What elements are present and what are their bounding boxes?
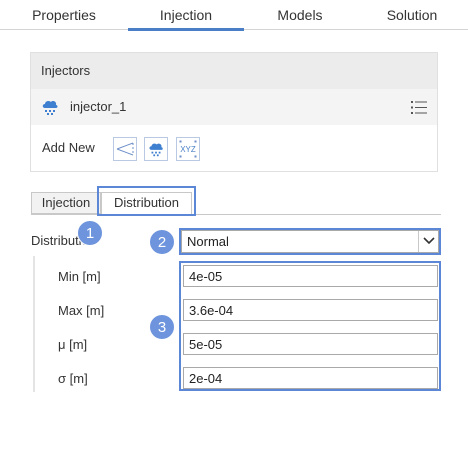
step-badge-2: 2: [149, 229, 175, 255]
add-cone-injector-button[interactable]: [113, 137, 137, 161]
sigma-label: σ [m]: [58, 371, 88, 386]
add-xyz-injector-button[interactable]: XYZ: [176, 137, 200, 161]
sigma-input[interactable]: [183, 367, 438, 389]
injectors-panel: Injectors injector_1 Add New XYZ: [30, 52, 438, 172]
xyz-label: XYZ: [180, 145, 196, 154]
rain-cloud-icon: [40, 98, 60, 116]
distribution-selected-value: Normal: [187, 234, 229, 249]
injector-list-item[interactable]: injector_1: [31, 89, 437, 125]
step-badge-3: 3: [149, 314, 175, 340]
cone-injector-icon: [116, 142, 134, 156]
step-badge-1: 1: [77, 220, 103, 246]
subtab-divider: [31, 214, 441, 215]
add-new-row: Add New XYZ: [31, 125, 437, 171]
subtab-distribution[interactable]: Distribution: [101, 192, 192, 215]
xyz-points-icon: XYZ: [179, 140, 197, 158]
min-label: Min [m]: [58, 269, 101, 284]
injectors-header: Injectors: [31, 53, 437, 89]
chevron-down-icon[interactable]: [418, 231, 438, 252]
top-tab-bar: Properties Injection Models Solution: [0, 0, 468, 31]
tab-models[interactable]: Models: [244, 0, 356, 30]
tab-injection[interactable]: Injection: [128, 0, 244, 31]
params-indent-rule: [33, 256, 35, 392]
tab-solution[interactable]: Solution: [356, 0, 468, 30]
mu-input[interactable]: [183, 333, 438, 355]
mu-label: μ [m]: [58, 337, 88, 352]
add-surface-injector-button[interactable]: [144, 137, 168, 161]
tab-properties[interactable]: Properties: [0, 0, 128, 30]
max-label: Max [m]: [58, 303, 105, 318]
list-menu-icon[interactable]: [411, 101, 427, 114]
subtab-injection[interactable]: Injection: [31, 192, 101, 214]
min-input[interactable]: [183, 265, 438, 287]
rain-cloud-icon: [149, 143, 163, 157]
distribution-select[interactable]: Normal: [181, 230, 439, 253]
max-input[interactable]: [183, 299, 438, 321]
injector-name: injector_1: [70, 99, 127, 114]
add-new-label: Add New: [42, 140, 95, 155]
